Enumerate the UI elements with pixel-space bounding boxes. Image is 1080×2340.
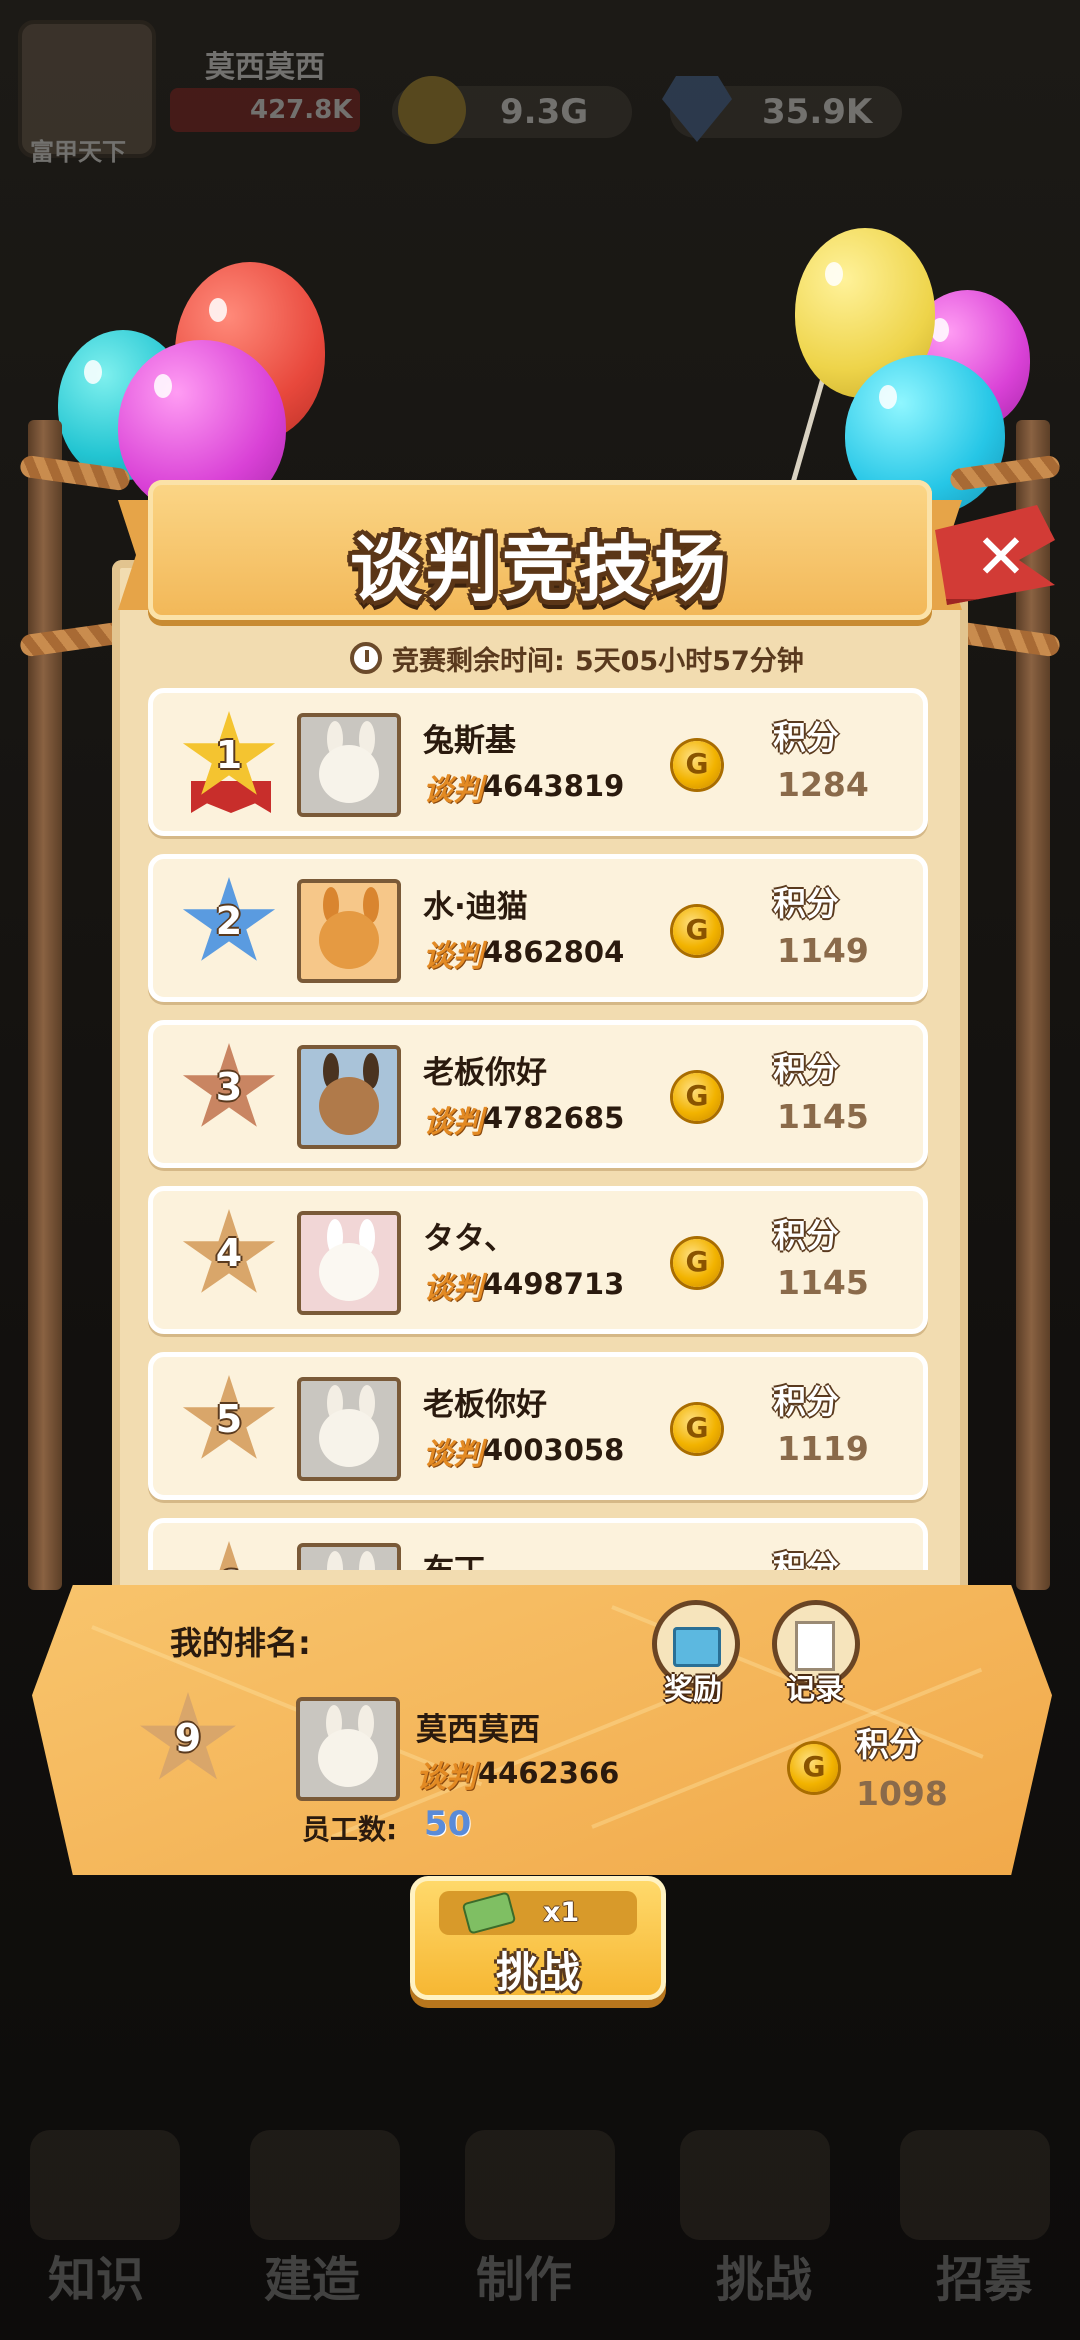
coin-icon [673,907,721,955]
gems-value: 35.9K [762,92,873,132]
nav-build-icon [250,2130,400,2240]
negotiation-label: 谈判 [423,939,483,974]
ribbon-icon [191,781,271,813]
player-avatar[interactable] [297,1377,401,1481]
coins-value: 9.3G [500,92,589,132]
score-value: 1119 [777,1429,869,1468]
negotiation-value: 4498713 [483,1267,625,1301]
nav-build: 建造 [264,2252,361,2308]
countdown-timer: 竞赛剩余时间: 5天05小时57分钟 [350,638,804,678]
player-avatar[interactable] [297,1045,401,1149]
coin-icon [673,1073,721,1121]
rank-number: 4 [215,1231,243,1275]
coin-icon [673,1239,721,1287]
score-label: 积分 [856,1725,922,1764]
score-value: 1284 [777,765,869,804]
timer-label: 竞赛剩余时间: [392,645,565,677]
coin-icon [398,76,466,144]
player-title-badge: 富甲天下 [30,138,126,166]
notepad-icon [795,1621,835,1671]
negotiation-label: 谈判 [423,1271,483,1306]
ranking-row[interactable]: 6 布丁 积分 [148,1518,928,1570]
score-value: 1145 [777,1263,869,1302]
page-title: 谈判竞技场 [349,527,730,611]
ranking-row[interactable]: 4 タタ、 谈判 4498713 积分 1145 [148,1186,928,1334]
nav-challenge: 挑战 [716,2252,813,2308]
timer-value: 5天05小时57分钟 [574,645,804,677]
close-icon[interactable]: ✕ [975,520,1027,593]
negotiation-label: 谈判 [416,1760,476,1795]
negotiation-value: 4862804 [483,935,625,969]
ranking-row[interactable]: 2 水·迪猫 谈判 4862804 积分 1149 [148,854,928,1002]
score-value: 1149 [777,931,869,970]
rewards-label[interactable]: 奖励 [664,1666,722,1708]
score-label: 积分 [773,1382,839,1421]
rank-number: 6 [181,1563,277,1570]
player-avatar[interactable] [297,1543,401,1570]
player-name: 兔斯基 [423,723,516,759]
nav-knowledge-icon [30,2130,180,2240]
negotiation-label: 谈判 [423,1105,483,1140]
ranking-list[interactable]: 1 兔斯基 谈判 4643819 积分 1284 2 水·迪猫 谈判 48628… [140,680,940,1570]
challenge-cost: x1 [543,1897,580,1928]
nav-craft-icon [465,2130,615,2240]
nav-craft: 制作 [476,2252,573,2308]
my-rank-number: 9 [174,1716,202,1760]
coin-icon [790,1744,838,1792]
player-avatar[interactable] [297,1211,401,1315]
nav-challenge-icon [680,2130,830,2240]
rank-number: 5 [215,1397,243,1441]
player-name: 老板你好 [423,1387,547,1423]
my-avatar[interactable] [296,1697,400,1801]
ranking-row[interactable]: 1 兔斯基 谈判 4643819 积分 1284 [148,688,928,836]
score-value: 1145 [777,1097,869,1136]
staff-label: 员工数: [302,1813,398,1846]
player-name: 老板你好 [423,1055,547,1091]
my-score-value: 1098 [856,1774,948,1813]
rank-number: 1 [215,733,243,777]
my-rank-label: 我的排名: [170,1624,311,1662]
score-label: 积分 [773,884,839,923]
nav-knowledge: 知识 [48,2252,145,2308]
negotiation-value: 4782685 [483,1101,625,1135]
score-label: 积分 [773,1050,839,1089]
gift-icon [673,1627,721,1667]
negotiation-value: 4003058 [483,1433,625,1467]
title-banner: 谈判竞技场 [118,480,962,630]
negotiation-label: 谈判 [423,773,483,808]
ranking-row[interactable]: 5 老板你好 谈判 4003058 积分 1119 [148,1352,928,1500]
ranking-row[interactable]: 3 老板你好 谈判 4782685 积分 1145 [148,1020,928,1168]
player-avatar[interactable] [297,713,401,817]
player-name: 布丁 [423,1545,485,1570]
coin-icon [673,741,721,789]
player-name: タタ、 [423,1221,516,1257]
score-label: 积分 [773,718,839,757]
my-negotiation-value: 4462366 [478,1756,620,1790]
my-name: 莫西莫西 [416,1712,540,1748]
clock-icon [350,642,382,674]
negotiation-value: 4643819 [483,769,625,803]
records-label[interactable]: 记录 [786,1666,844,1708]
score-label: 积分 [773,1548,839,1570]
staff-count: 50 [424,1804,472,1844]
coin-icon [673,1405,721,1453]
challenge-label: 挑战 [495,1948,580,1997]
bottom-nav: 知识 建造 制作 挑战 招募 [0,2110,1080,2340]
rank-number: 3 [215,1065,243,1109]
power-value: 427.8K [250,95,353,125]
player-avatar[interactable] [297,879,401,983]
challenge-button[interactable]: x1 挑战 [410,1876,666,2000]
rank-number: 2 [215,899,243,943]
nav-recruit-icon [900,2130,1050,2240]
nav-recruit: 招募 [936,2252,1033,2308]
negotiation-label: 谈判 [423,1437,483,1472]
top-hud: 富甲天下 莫西莫西 427.8K 9.3G 35.9K [0,0,1080,170]
player-name: 莫西莫西 [205,50,325,85]
left-post [28,420,62,1590]
right-post [1016,420,1050,1590]
score-label: 积分 [773,1216,839,1255]
player-name: 水·迪猫 [423,889,528,925]
